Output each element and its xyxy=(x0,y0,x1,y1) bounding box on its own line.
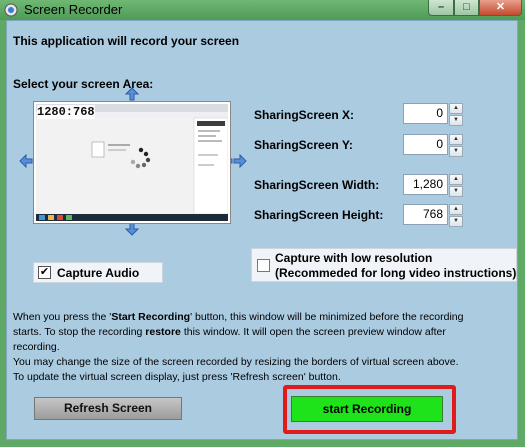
capture-audio-label: Capture Audio xyxy=(57,266,140,280)
minimize-button[interactable]: – xyxy=(428,0,454,16)
resize-right-arrow[interactable] xyxy=(233,154,247,168)
low-resolution-label: Capture with low resolution xyxy=(275,251,433,265)
low-resolution-note: (Recommeded for long video instructions) xyxy=(275,266,517,280)
close-button[interactable]: ✕ xyxy=(479,0,522,16)
refresh-screen-button[interactable]: Refresh Screen xyxy=(34,397,182,420)
screen-height-input[interactable]: 768 xyxy=(403,204,448,225)
start-recording-button[interactable]: start Recording xyxy=(291,396,443,422)
screen-height-stepper[interactable]: ▲ ▼ xyxy=(449,204,463,227)
app-icon xyxy=(4,3,18,17)
screen-width-stepper[interactable]: ▲ ▼ xyxy=(449,174,463,197)
screen-x-input[interactable]: 0 xyxy=(403,103,448,124)
resize-bottom-arrow[interactable] xyxy=(125,222,139,236)
desktop-thumbnail-image xyxy=(36,104,228,221)
virtual-screen-preview[interactable]: 1280:768 xyxy=(33,101,231,224)
info-line-3: recording. xyxy=(13,341,60,353)
screen-height-label: SharingScreen Height: xyxy=(254,208,384,222)
screen-y-stepper[interactable]: ▲ ▼ xyxy=(449,134,463,157)
capture-audio-row[interactable]: ✔ Capture Audio xyxy=(33,262,163,283)
screen-width-input[interactable]: 1,280 xyxy=(403,174,448,195)
screen-y-label: SharingScreen Y: xyxy=(254,138,353,152)
info-line-2: starts. To stop the recording restore th… xyxy=(13,326,446,338)
title-bar: Screen Recorder – □ ✕ xyxy=(0,0,525,20)
resize-top-arrow[interactable] xyxy=(125,87,139,101)
screen-x-stepper[interactable]: ▲ ▼ xyxy=(449,103,463,126)
resize-left-arrow[interactable] xyxy=(19,154,33,168)
screen-x-label: SharingScreen X: xyxy=(254,108,355,122)
low-resolution-row[interactable]: Capture with low resolution (Recommeded … xyxy=(251,248,517,282)
intro-text: This application will record your screen xyxy=(13,34,240,48)
screen-recorder-window: Screen Recorder – □ ✕ This application w… xyxy=(0,0,525,447)
screen-thumbnail: 1280:768 xyxy=(36,104,228,221)
window-title: Screen Recorder xyxy=(24,2,123,17)
info-line-1: When you press the 'Start Recording' but… xyxy=(13,311,464,323)
info-line-5: To update the virtual screen display, ju… xyxy=(13,371,341,383)
low-resolution-checkbox[interactable] xyxy=(257,259,270,272)
capture-audio-checkbox[interactable]: ✔ xyxy=(38,266,51,279)
screen-y-input[interactable]: 0 xyxy=(403,134,448,155)
resolution-label: 1280:768 xyxy=(37,105,95,119)
screen-width-label: SharingScreen Width: xyxy=(254,178,380,192)
maximize-button[interactable]: □ xyxy=(454,0,479,16)
info-line-4: You may change the size of the screen re… xyxy=(13,356,459,368)
